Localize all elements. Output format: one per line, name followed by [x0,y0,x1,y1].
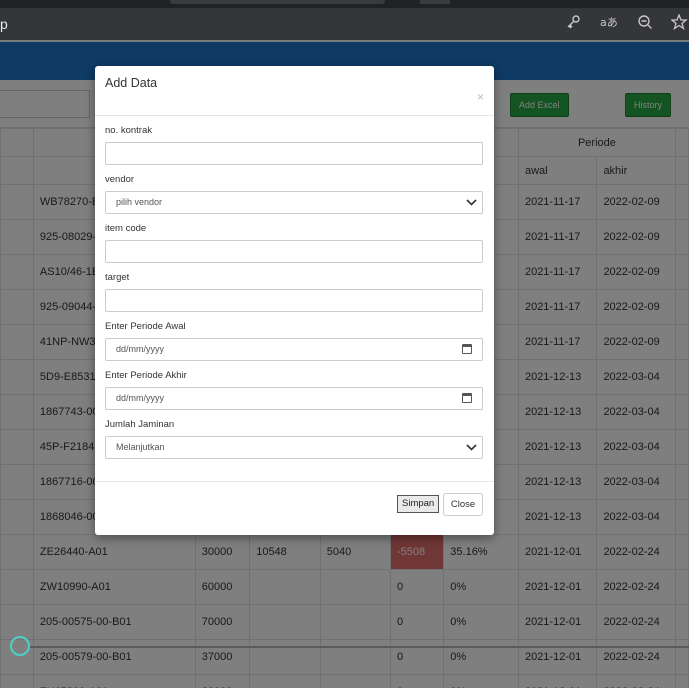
field-label: Enter Periode Akhir [105,370,187,381]
no-kontrak-input[interactable] [105,142,483,165]
calendar-icon[interactable] [462,344,472,354]
field-item-code: item code [105,214,484,263]
periode-akhir-date-input[interactable]: dd/mm/yyyy [105,387,483,410]
field-periode-akhir: Enter Periode Akhir dd/mm/yyyy [105,361,484,410]
address-bar-fragment[interactable]: p [0,16,8,32]
field-label: no. kontrak [105,125,152,136]
video-progress-handle[interactable] [10,636,30,656]
modal-body: no. kontrak vendor pilih vendor item cod… [95,116,494,459]
field-label: Enter Periode Awal [105,321,186,332]
field-label: Jumlah Jaminan [105,419,175,430]
field-label: target [105,272,130,283]
modal-title: Add Data [105,76,158,90]
field-label: vendor [105,174,135,185]
date-placeholder: dd/mm/yyyy [116,393,165,403]
calendar-icon[interactable] [462,393,472,403]
jaminan-select-value: Melanjutkan [116,442,165,452]
vendor-select[interactable]: pilih vendor [105,191,483,214]
field-periode-awal: Enter Periode Awal dd/mm/yyyy [105,312,484,361]
browser-tab[interactable] [420,0,450,4]
key-icon[interactable] [563,14,583,34]
zoom-out-icon[interactable] [635,14,655,34]
field-jumlah-jaminan: Jumlah Jaminan Melanjutkan [105,410,484,459]
date-placeholder: dd/mm/yyyy [116,344,165,354]
browser-tab[interactable] [170,0,385,4]
close-icon[interactable]: × [477,90,484,104]
modal-footer: Simpan Close [95,481,494,535]
svg-text:aあ: aあ [600,16,618,29]
modal-header: Add Data × [95,66,494,116]
video-progress-track[interactable] [29,646,689,648]
chevron-down-icon [466,437,477,465]
field-vendor: vendor pilih vendor [105,165,484,214]
simpan-button[interactable]: Simpan [397,495,440,513]
browser-tabstrip [0,0,689,8]
target-input[interactable] [105,289,483,312]
vendor-select-value: pilih vendor [116,197,163,207]
periode-awal-date-input[interactable]: dd/mm/yyyy [105,338,483,361]
close-button[interactable]: Close [443,493,483,516]
add-data-modal: Add Data × no. kontrak vendor pilih vend… [95,66,494,535]
browser-toolbar: p aあ [0,8,689,40]
field-no-kontrak: no. kontrak [105,116,484,165]
jumlah-jaminan-select[interactable]: Melanjutkan [105,436,483,459]
field-target: target [105,263,484,312]
bookmark-star-icon[interactable] [670,13,689,34]
field-label: item code [105,223,147,234]
translate-icon[interactable]: aあ [599,14,619,34]
item-code-input[interactable] [105,240,483,263]
